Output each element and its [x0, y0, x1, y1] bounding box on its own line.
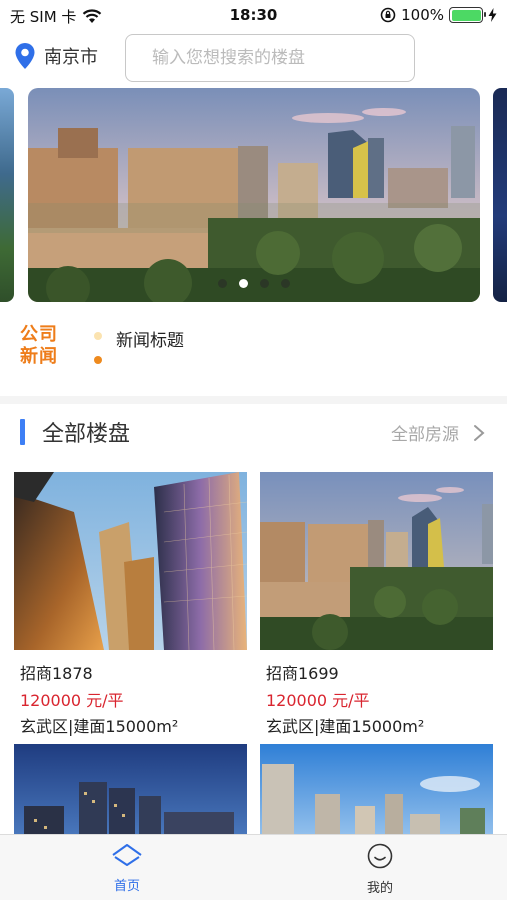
status-bar: 无 SIM 卡 18:30 100% — [0, 0, 507, 30]
carousel-dot[interactable] — [281, 279, 290, 288]
news-bullets — [94, 332, 102, 380]
chevron-right-icon — [474, 424, 485, 441]
banner-image[interactable] — [28, 88, 480, 302]
listing-card[interactable]: 招商1878 120000 元/平 玄武区|建面15000m² — [14, 472, 247, 736]
all-listings-link[interactable]: 全部房源 — [391, 420, 485, 445]
day-tower-image — [260, 744, 493, 844]
carousel-dot[interactable] — [218, 279, 227, 288]
company-news-logo: 公司 新闻 — [20, 324, 74, 368]
city-skyline-image — [28, 88, 480, 302]
listing-price: 120000 元/平 — [266, 691, 370, 710]
charging-bolt-icon — [488, 8, 497, 22]
skyscraper-image — [14, 472, 247, 650]
news-title[interactable]: 新闻标题 — [116, 326, 184, 351]
orientation-lock-icon — [380, 7, 396, 23]
section-accent-bar — [20, 419, 25, 445]
section-title: 全部楼盘 — [42, 422, 131, 447]
tab-profile[interactable]: 我的 — [320, 843, 440, 896]
banner-prev-slide[interactable] — [0, 88, 14, 302]
status-right: 100% — [380, 6, 497, 24]
listing-price: 120000 元/平 — [20, 691, 124, 710]
listing-info: 玄武区|建面15000m² — [266, 717, 425, 736]
banner-carousel[interactable] — [0, 88, 507, 302]
section-header: 全部楼盘 全部房源 — [0, 412, 507, 452]
carousel-dot-active[interactable] — [239, 279, 248, 288]
section-divider — [0, 396, 507, 404]
listing-image[interactable] — [14, 744, 247, 844]
listing-image[interactable] — [260, 472, 493, 650]
listing-name: 招商1878 — [20, 664, 93, 683]
listing-card[interactable]: 招商1699 120000 元/平 玄武区|建面15000m² — [260, 472, 493, 736]
company-news[interactable]: 公司 新闻 新闻标题 — [0, 318, 507, 390]
battery-percent: 100% — [401, 6, 444, 24]
news-logo-line1: 公司 — [20, 324, 58, 345]
carousel-dot[interactable] — [260, 279, 269, 288]
profile-smile-icon — [367, 843, 393, 869]
listing-image[interactable] — [14, 472, 247, 650]
city-skyline-image — [260, 472, 493, 650]
news-logo-line2: 新闻 — [20, 346, 58, 367]
tab-home-label: 首页 — [113, 879, 140, 894]
listing-info: 玄武区|建面15000m² — [20, 717, 179, 736]
search-input[interactable] — [125, 34, 415, 82]
bottom-tab-bar: 首页 我的 — [0, 834, 507, 900]
all-listings-label: 全部房源 — [391, 425, 459, 445]
listing-image[interactable] — [260, 744, 493, 844]
home-icon — [112, 844, 142, 866]
listing-name: 招商1699 — [266, 664, 339, 683]
news-bullet-light — [94, 332, 102, 340]
night-tower-image — [14, 744, 247, 844]
news-bullet-orange — [94, 356, 102, 364]
banner-next-slide[interactable] — [493, 88, 507, 302]
location-pin-icon — [15, 43, 35, 69]
tab-home[interactable]: 首页 — [67, 843, 187, 894]
header: 南京市 — [0, 30, 507, 86]
tab-profile-label: 我的 — [366, 881, 393, 896]
city-label: 南京市 — [44, 47, 98, 68]
battery-icon — [449, 7, 486, 23]
city-selector[interactable]: 南京市 — [14, 42, 98, 70]
carousel-dots — [28, 279, 480, 288]
